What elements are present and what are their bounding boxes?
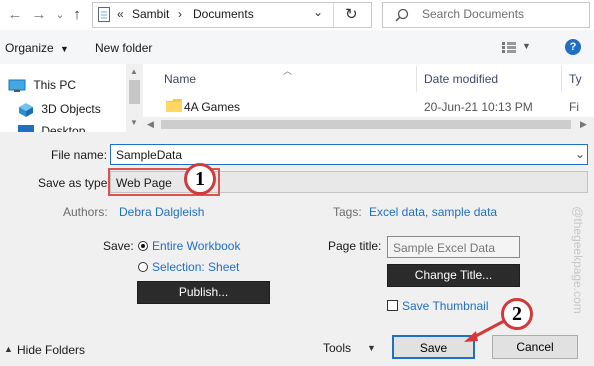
breadcrumb-item-documents[interactable]: Documents	[193, 7, 254, 21]
horizontal-scrollbar[interactable]: ◀ ▶	[143, 117, 594, 132]
help-icon[interactable]: ?	[565, 39, 581, 55]
up-button[interactable]: ↑	[68, 0, 86, 30]
authors-value[interactable]: Debra Dalgleish	[119, 205, 204, 219]
view-dropdown-icon[interactable]: ▼	[522, 41, 531, 51]
search-icon	[395, 8, 409, 22]
hide-folders-button[interactable]: Hide Folders	[17, 343, 85, 357]
new-folder-button[interactable]: New folder	[95, 41, 152, 55]
page-title-label: Page title:	[328, 239, 382, 253]
organize-label: Organize	[5, 41, 54, 55]
page-title-field[interactable]: Sample Excel Data	[387, 236, 520, 258]
back-button[interactable]: ←	[6, 0, 24, 30]
chevron-down-icon: ⌄	[55, 9, 65, 21]
address-bar[interactable]: « Sambit › Documents ⌄ ↻	[92, 2, 372, 28]
computer-icon	[8, 79, 26, 92]
file-name-value: SampleData	[116, 148, 183, 162]
back-arrow-icon: ←	[7, 6, 23, 23]
view-options-icon[interactable]	[502, 42, 516, 53]
entire-workbook-label[interactable]: Entire Workbook	[152, 239, 240, 253]
command-bar: Organize ▼ New folder ▼ ?	[0, 30, 594, 64]
save-thumbnail-label[interactable]: Save Thumbnail	[402, 299, 489, 313]
tags-value[interactable]: Excel data, sample data	[369, 205, 497, 219]
save-scope-label: Save:	[103, 239, 134, 253]
sidebar-item-label: This PC	[33, 78, 77, 92]
forward-arrow-icon: →	[31, 6, 47, 23]
sidebar-item-3d-objects[interactable]: 3D Objects	[18, 102, 101, 118]
navigation-pane: This PC 3D Objects Desktop ▲ ▼	[0, 64, 143, 132]
file-name-label: File name:	[51, 148, 108, 162]
save-thumbnail-checkbox[interactable]	[387, 300, 398, 311]
refresh-icon[interactable]: ↻	[345, 5, 358, 23]
search-placeholder: Search Documents	[422, 7, 525, 21]
scroll-down-icon[interactable]: ▼	[130, 118, 138, 127]
caret-up-icon: ▲	[4, 344, 13, 354]
desktop-icon	[18, 124, 34, 132]
scroll-left-icon[interactable]: ◀	[147, 119, 154, 130]
breadcrumb-separator: ›	[178, 7, 182, 21]
breadcrumb-item-sambit[interactable]: Sambit	[132, 7, 169, 21]
up-arrow-icon: ↑	[73, 6, 81, 23]
list-item[interactable]: 4A Games 20-Jun-21 10:13 PM Fi	[143, 96, 594, 116]
save-as-type-label: Save as type:	[38, 176, 111, 190]
divider	[333, 3, 334, 27]
tools-button[interactable]: Tools	[323, 341, 351, 355]
file-list: ︿ Name Date modified Ty 4A Games 20-Jun-…	[143, 64, 594, 132]
column-divider	[416, 66, 417, 92]
recent-locations-button[interactable]: ⌄	[51, 0, 69, 30]
search-box[interactable]: Search Documents	[382, 2, 590, 28]
file-name-input[interactable]: SampleData ⌄	[110, 144, 588, 165]
selection-sheet-label[interactable]: Selection: Sheet	[152, 260, 239, 274]
file-name: 4A Games	[184, 100, 241, 114]
column-divider	[561, 66, 562, 92]
sort-indicator-icon: ︿	[283, 66, 293, 76]
sidebar-item-label: Desktop	[41, 124, 86, 132]
cube-icon	[19, 103, 33, 117]
column-header-type[interactable]: Ty	[569, 72, 582, 86]
file-type: Fi	[569, 100, 579, 114]
scrollbar-thumb[interactable]	[129, 80, 140, 104]
folder-icon	[166, 99, 182, 112]
caret-down-icon: ▼	[60, 44, 69, 54]
scroll-right-icon[interactable]: ▶	[580, 119, 587, 130]
authors-label: Authors:	[63, 205, 108, 219]
radio-selection-sheet[interactable]	[138, 262, 148, 272]
page-title-value: Sample Excel Data	[393, 241, 496, 255]
chevron-down-icon[interactable]: ⌄	[575, 147, 585, 161]
publish-button[interactable]: Publish...	[137, 281, 270, 304]
file-date: 20-Jun-21 10:13 PM	[424, 100, 533, 114]
watermark: @thegeekpage.com	[571, 206, 585, 314]
organize-button[interactable]: Organize ▼	[5, 41, 69, 55]
sidebar-item-desktop[interactable]: Desktop	[18, 124, 85, 132]
radio-entire-workbook[interactable]	[138, 241, 148, 251]
address-row: ← → ⌄ ↑ « Sambit › Documents ⌄ ↻ Search …	[0, 0, 594, 30]
change-title-button[interactable]: Change Title...	[387, 264, 520, 287]
column-header-date[interactable]: Date modified	[424, 72, 498, 86]
tools-dropdown-icon[interactable]: ▼	[367, 343, 376, 353]
sidebar-item-this-pc[interactable]: This PC	[8, 78, 76, 93]
address-dropdown-icon[interactable]: ⌄	[313, 5, 323, 19]
sidebar-item-label: 3D Objects	[41, 102, 101, 117]
scroll-up-icon[interactable]: ▲	[130, 67, 138, 76]
forward-button[interactable]: →	[30, 0, 48, 30]
sidebar-scrollbar[interactable]: ▲ ▼	[126, 64, 143, 132]
breadcrumb-overflow[interactable]: «	[117, 7, 124, 21]
scrollbar-thumb[interactable]	[161, 120, 571, 129]
column-header-name[interactable]: Name	[164, 72, 196, 86]
document-icon	[98, 7, 110, 22]
callout-1: 1	[184, 163, 216, 195]
callout-2: 2	[501, 298, 533, 330]
tags-label: Tags:	[333, 205, 362, 219]
